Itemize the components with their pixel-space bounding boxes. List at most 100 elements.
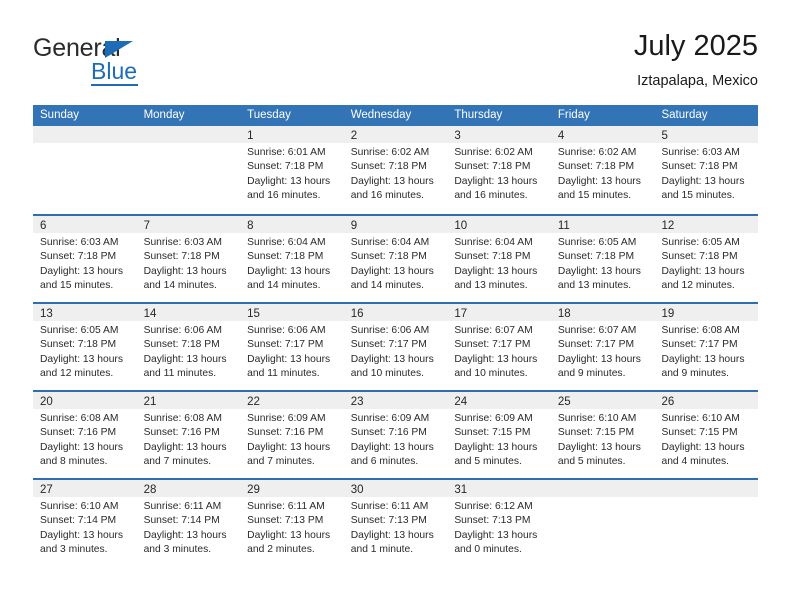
calendar-day-cell[interactable]: 14 Sunrise: 6:06 AM Sunset: 7:18 PM Dayligh… (136, 304, 241, 390)
day-details: Sunrise: 6:04 AM Sunset: 7:18 PM Daylight:… (240, 233, 344, 293)
weekday-header-monday: Monday (143, 109, 185, 121)
weekday-header-sunday: Sunday (40, 109, 80, 121)
sunset-text: Sunset: 7:13 PM (454, 515, 531, 527)
calendar-day-cell[interactable]: 8 Sunrise: 6:04 AM Sunset: 7:18 PM Daylight… (240, 216, 344, 302)
day-number: 10 (454, 220, 468, 232)
calendar-day-cell[interactable]: 6 Sunrise: 6:03 AM Sunset: 7:18 PM Daylight… (33, 216, 137, 302)
day-number-band: 26 (654, 392, 759, 409)
sunrise-text: Sunrise: 6:01 AM (247, 147, 326, 158)
day-number: 18 (557, 308, 571, 320)
day-details: Sunrise: 6:05 AM Sunset: 7:18 PM Daylight:… (33, 321, 137, 381)
calendar-empty-cell (33, 126, 137, 214)
sunrise-text: Sunrise: 6:03 AM (143, 237, 222, 248)
calendar-day-cell[interactable]: 19 Sunrise: 6:08 AM Sunset: 7:17 PM Dayligh… (654, 304, 759, 390)
day-number-band: 30 (343, 480, 448, 497)
day-number: 2 (350, 130, 358, 142)
sunrise-text: Sunrise: 6:05 AM (40, 325, 119, 336)
calendar-day-cell[interactable]: 21 Sunrise: 6:08 AM Sunset: 7:16 PM Dayligh… (136, 392, 241, 478)
daylight-text: Daylight: 13 hours and 16 minutes. (247, 175, 331, 201)
calendar-day-cell[interactable]: 20 Sunrise: 6:08 AM Sunset: 7:16 PM Dayligh… (33, 392, 137, 478)
sunset-text: Sunset: 7:18 PM (247, 251, 324, 263)
sunrise-text: Sunrise: 6:12 AM (454, 501, 533, 512)
daylight-text: Daylight: 13 hours and 13 minutes. (557, 265, 641, 291)
day-number: 28 (143, 484, 157, 496)
calendar-day-cell[interactable]: 25 Sunrise: 6:10 AM Sunset: 7:15 PM Dayligh… (550, 392, 655, 478)
calendar-day-cell[interactable]: 4 Sunrise: 6:02 AM Sunset: 7:18 PM Daylight… (550, 126, 655, 214)
weekday-header-tuesday: Tuesday (247, 109, 291, 121)
sunrise-text: Sunrise: 6:08 AM (40, 413, 119, 424)
day-number: 12 (661, 220, 675, 232)
sunset-text: Sunset: 7:17 PM (557, 339, 635, 351)
daylight-text: Daylight: 13 hours and 14 minutes. (350, 265, 434, 291)
calendar-empty-cell (654, 480, 759, 566)
sunrise-text: Sunrise: 6:10 AM (557, 413, 637, 424)
calendar-day-cell[interactable]: 28 Sunrise: 6:11 AM Sunset: 7:14 PM Dayligh… (136, 480, 241, 566)
day-number-band: 14 (136, 304, 241, 321)
calendar-empty-cell (136, 126, 241, 214)
daylight-text: Daylight: 13 hours and 5 minutes. (454, 441, 538, 467)
title-block: July 2025 Iztapalapa, Mexico (634, 28, 758, 90)
calendar-day-cell[interactable]: 5 Sunrise: 6:03 AM Sunset: 7:18 PM Daylight… (654, 126, 759, 214)
sunrise-text: Sunrise: 6:11 AM (350, 501, 429, 512)
daylight-text: Daylight: 13 hours and 15 minutes. (661, 175, 745, 201)
day-number-band (33, 126, 137, 143)
calendar-day-cell[interactable]: 1 Sunrise: 6:01 AM Sunset: 7:18 PM Daylight… (240, 126, 344, 214)
day-number: 15 (247, 308, 260, 320)
day-number-band: 13 (33, 304, 137, 321)
calendar-day-cell[interactable]: 3 Sunrise: 6:02 AM Sunset: 7:18 PM Daylight… (447, 126, 551, 214)
calendar-day-cell[interactable]: 29 Sunrise: 6:11 AM Sunset: 7:13 PM Dayligh… (240, 480, 344, 566)
day-number: 31 (454, 484, 468, 496)
day-details: Sunrise: 6:11 AM Sunset: 7:14 PM Daylight:… (137, 497, 241, 557)
sunrise-text: Sunrise: 6:02 AM (557, 147, 637, 158)
day-number-band: 21 (136, 392, 241, 409)
calendar-day-cell[interactable]: 24 Sunrise: 6:09 AM Sunset: 7:15 PM Dayligh… (447, 392, 551, 478)
day-number-band: 17 (447, 304, 551, 321)
day-number-band: 19 (654, 304, 759, 321)
calendar-day-cell[interactable]: 15 Sunrise: 6:06 AM Sunset: 7:17 PM Dayligh… (240, 304, 344, 390)
sunset-text: Sunset: 7:15 PM (454, 427, 531, 439)
calendar-grid: Sunday Monday Tuesday Wednesday Thursday Frid… (33, 105, 759, 566)
daylight-text: Daylight: 13 hours and 9 minutes. (557, 353, 641, 379)
day-number-band: 27 (33, 480, 137, 497)
day-details: Sunrise: 6:06 AM Sunset: 7:17 PM Daylight:… (344, 321, 448, 381)
day-number-band: 9 (343, 216, 448, 233)
sunset-text: Sunset: 7:18 PM (350, 161, 427, 173)
calendar-day-cell[interactable]: 13 Sunrise: 6:05 AM Sunset: 7:18 PM Dayligh… (33, 304, 137, 390)
daylight-text: Daylight: 13 hours and 13 minutes. (454, 265, 538, 291)
daylight-text: Daylight: 13 hours and 15 minutes. (40, 265, 123, 291)
day-details: Sunrise: 6:10 AM Sunset: 7:15 PM Daylight:… (654, 409, 758, 469)
daylight-text: Daylight: 13 hours and 16 minutes. (454, 175, 538, 201)
day-number-band: 28 (136, 480, 241, 497)
day-details: Sunrise: 6:08 AM Sunset: 7:16 PM Daylight:… (33, 409, 137, 469)
day-number-band: 1 (240, 126, 344, 143)
day-number-band: 24 (447, 392, 551, 409)
general-blue-logo[interactable]: General Blue (33, 34, 233, 90)
calendar-day-cell[interactable]: 27 Sunrise: 6:10 AM Sunset: 7:14 PM Dayligh… (33, 480, 137, 566)
calendar-day-cell[interactable]: 9 Sunrise: 6:04 AM Sunset: 7:18 PM Daylight… (343, 216, 448, 302)
calendar-day-cell[interactable]: 18 Sunrise: 6:07 AM Sunset: 7:17 PM Dayligh… (550, 304, 655, 390)
calendar-day-cell[interactable]: 12 Sunrise: 6:05 AM Sunset: 7:18 PM Dayligh… (654, 216, 759, 302)
calendar-day-cell[interactable]: 7 Sunrise: 6:03 AM Sunset: 7:18 PM Daylight… (136, 216, 241, 302)
calendar-day-cell[interactable]: 23 Sunrise: 6:09 AM Sunset: 7:16 PM Dayligh… (343, 392, 448, 478)
daylight-text: Daylight: 13 hours and 16 minutes. (350, 175, 434, 201)
calendar-day-cell[interactable]: 30 Sunrise: 6:11 AM Sunset: 7:13 PM Dayligh… (343, 480, 448, 566)
calendar-day-cell[interactable]: 16 Sunrise: 6:06 AM Sunset: 7:17 PM Dayligh… (343, 304, 448, 390)
day-details: Sunrise: 6:10 AM Sunset: 7:14 PM Daylight:… (33, 497, 137, 557)
day-details (551, 497, 655, 500)
sunrise-text: Sunrise: 6:05 AM (661, 237, 740, 248)
calendar-week-row: 6 Sunrise: 6:03 AM Sunset: 7:18 PM Daylight… (33, 214, 759, 302)
calendar-day-cell[interactable]: 22 Sunrise: 6:09 AM Sunset: 7:16 PM Dayligh… (240, 392, 344, 478)
day-number-band: 5 (654, 126, 759, 143)
calendar-day-cell[interactable]: 26 Sunrise: 6:10 AM Sunset: 7:15 PM Dayligh… (654, 392, 759, 478)
calendar-day-cell[interactable]: 11 Sunrise: 6:05 AM Sunset: 7:18 PM Dayligh… (550, 216, 655, 302)
day-number-band (136, 126, 241, 143)
calendar-day-cell[interactable]: 31 Sunrise: 6:12 AM Sunset: 7:13 PM Dayligh… (447, 480, 551, 566)
day-details: Sunrise: 6:05 AM Sunset: 7:18 PM Daylight:… (551, 233, 655, 293)
day-number-band: 29 (240, 480, 344, 497)
calendar-day-cell[interactable]: 17 Sunrise: 6:07 AM Sunset: 7:17 PM Dayligh… (447, 304, 551, 390)
day-details: Sunrise: 6:04 AM Sunset: 7:18 PM Daylight:… (447, 233, 551, 293)
sunrise-text: Sunrise: 6:02 AM (350, 147, 430, 158)
calendar-day-cell[interactable]: 2 Sunrise: 6:02 AM Sunset: 7:18 PM Daylight… (343, 126, 448, 214)
sunset-text: Sunset: 7:18 PM (661, 161, 738, 173)
calendar-day-cell[interactable]: 10 Sunrise: 6:04 AM Sunset: 7:18 PM Dayligh… (447, 216, 551, 302)
